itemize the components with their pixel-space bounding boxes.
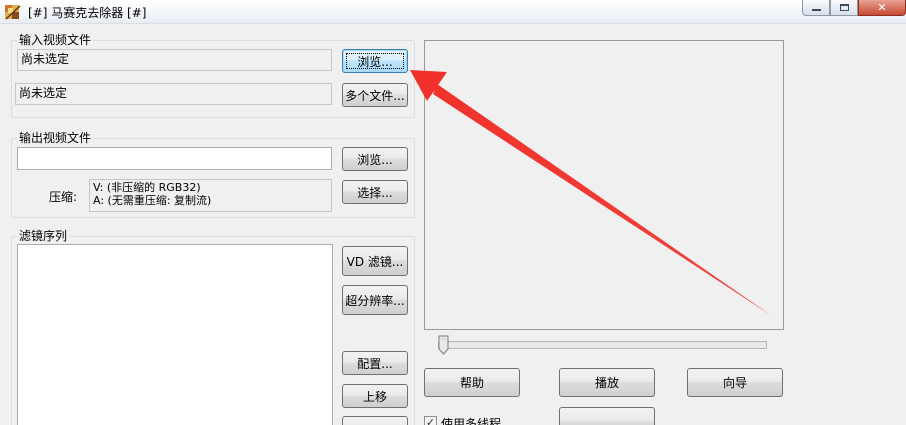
compression-info: V: (非压缩的 RGB32) A: (无需重压缩: 复制流) bbox=[89, 179, 332, 212]
compression-select-button[interactable]: 选择... bbox=[342, 180, 408, 204]
move-down-button[interactable] bbox=[342, 416, 408, 425]
super-resolution-button[interactable]: 超分辨率... bbox=[342, 285, 408, 315]
input-browse-button[interactable]: 浏览... bbox=[342, 49, 408, 73]
filter-list[interactable] bbox=[17, 244, 333, 425]
window-controls: ✕ bbox=[802, 0, 906, 16]
timeline-slider-track[interactable] bbox=[438, 341, 767, 349]
output-browse-button[interactable]: 浏览... bbox=[342, 147, 408, 171]
batch-file-status: 尚未选定 bbox=[15, 83, 332, 105]
partial-button[interactable] bbox=[559, 407, 655, 425]
help-button[interactable]: 帮助 bbox=[424, 368, 520, 397]
checkbox-check-icon: ✓ bbox=[425, 416, 436, 425]
video-preview-area bbox=[424, 40, 784, 330]
vd-filter-button[interactable]: VD 滤镜... bbox=[342, 246, 408, 276]
title-bar[interactable]: [#] 马赛克去除器 [#] ✕ bbox=[0, 0, 906, 24]
input-video-group-label: 输入视频文件 bbox=[17, 33, 94, 47]
multithread-label: 使用多线程 bbox=[441, 417, 502, 425]
play-button[interactable]: 播放 bbox=[559, 368, 655, 397]
filter-chain-group-label: 滤镜序列 bbox=[17, 229, 70, 243]
maximize-button[interactable] bbox=[830, 0, 858, 16]
window-title: [#] 马赛克去除器 [#] bbox=[28, 6, 147, 20]
close-button[interactable]: ✕ bbox=[858, 0, 906, 16]
multithread-checkbox[interactable]: ✓ bbox=[424, 416, 437, 425]
wizard-button[interactable]: 向导 bbox=[687, 368, 783, 397]
input-file-status: 尚未选定 bbox=[17, 49, 332, 71]
minimize-button[interactable] bbox=[802, 0, 830, 16]
configure-button[interactable]: 配置... bbox=[342, 351, 408, 375]
compression-video-info: V: (非压缩的 RGB32) bbox=[93, 181, 201, 194]
maximize-icon bbox=[839, 4, 849, 11]
compression-audio-info: A: (无需重压缩: 复制流) bbox=[93, 194, 212, 207]
minimize-icon bbox=[811, 9, 821, 11]
mosaic-app-icon bbox=[4, 3, 22, 21]
output-path-input[interactable] bbox=[17, 147, 332, 170]
compression-label: 压缩: bbox=[49, 190, 78, 204]
multi-file-button[interactable]: 多个文件... bbox=[342, 83, 408, 107]
move-up-button[interactable]: 上移 bbox=[342, 384, 408, 408]
timeline-slider-thumb[interactable] bbox=[438, 335, 449, 355]
output-video-group-label: 输出视频文件 bbox=[17, 131, 94, 145]
close-icon: ✕ bbox=[877, 1, 887, 14]
